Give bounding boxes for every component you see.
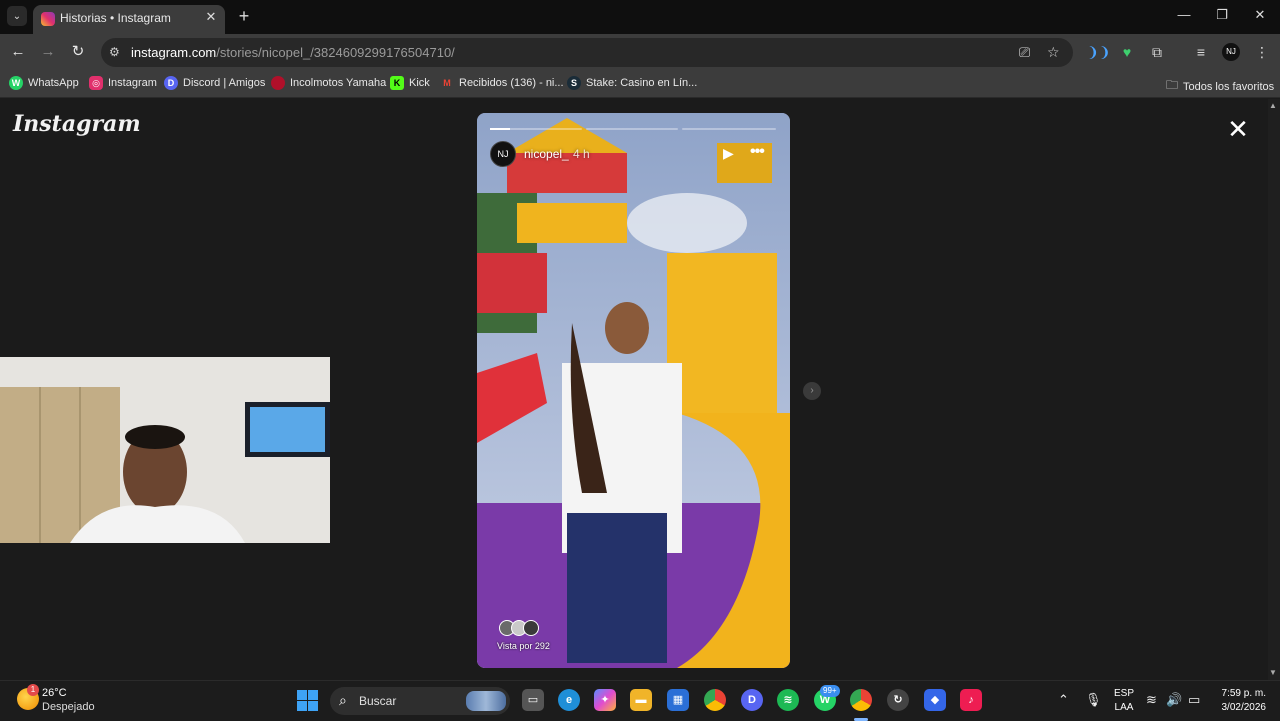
back-button[interactable]: ←	[8, 42, 28, 62]
task-view-icon[interactable]: ▭	[522, 689, 544, 711]
bookmark-yamaha[interactable]: Incolmotos Yamaha	[271, 76, 386, 90]
whatsapp-unread-badge: 99+	[820, 685, 840, 697]
bookmark-discord[interactable]: D Discord | Amigos	[164, 76, 265, 90]
weather-temperature[interactable]: 26°C	[42, 687, 67, 699]
show-hidden-icons[interactable]: ⌃	[1058, 692, 1069, 708]
roblox-icon[interactable]: ◆	[924, 689, 946, 711]
browser-toolbar: ← → ↻ ⚙ instagram.com/stories/nicopel_/3…	[0, 34, 1280, 70]
taskbar-search[interactable]: ⌕ Buscar	[330, 687, 510, 715]
search-icon: ⌕	[339, 692, 347, 708]
story-progress-fill	[490, 128, 511, 130]
story-timestamp: 4 h	[573, 147, 590, 161]
story-user-avatar[interactable]: NJ	[490, 141, 516, 167]
wifi-icon[interactable]: ≋	[1146, 692, 1157, 708]
viewer-avatar	[523, 620, 539, 636]
close-story-icon[interactable]: ✕	[1226, 116, 1250, 142]
volume-icon[interactable]: 🔊	[1166, 692, 1182, 708]
windows-taskbar: 1 26°C Despejado ⌕ Buscar ▭ e ✦ ▬ ▦ D ≋ …	[0, 680, 1280, 721]
profile-avatar[interactable]: NJ	[1222, 43, 1240, 61]
story-viewer[interactable]: NJ nicopel_ 4 h ▶ ••• Vista por 292	[477, 113, 790, 668]
instagram-favicon-icon	[41, 12, 55, 26]
play-icon[interactable]: ▶	[723, 145, 734, 162]
windows-logo-tile	[297, 690, 307, 700]
file-explorer-icon[interactable]: ▬	[630, 689, 652, 711]
close-window-button[interactable]: ✕	[1250, 7, 1270, 23]
bookmark-instagram[interactable]: ◎ Instagram	[89, 76, 157, 90]
extension-green-icon[interactable]: ♥	[1118, 44, 1136, 60]
discord-taskbar-icon[interactable]: D	[741, 689, 763, 711]
extensions-puzzle-icon[interactable]: ⧉	[1148, 44, 1166, 61]
system-clock[interactable]: 7:59 p. m. 3/02/2026	[1212, 687, 1267, 715]
windows-logo-tile	[308, 701, 318, 711]
input-language[interactable]: ESP LAA	[1114, 687, 1134, 715]
weather-badge: 1	[27, 684, 39, 696]
address-bar[interactable]: ⚙ instagram.com/stories/nicopel_/3824609…	[101, 38, 1073, 67]
bookmark-star-icon[interactable]: ☆	[1047, 44, 1060, 61]
bookmark-whatsapp[interactable]: W WhatsApp	[9, 76, 79, 90]
url-text[interactable]: instagram.com/stories/nicopel_/382460929…	[131, 45, 455, 60]
forward-button[interactable]: →	[38, 42, 58, 62]
tab-title: Historias • Instagram	[60, 11, 171, 25]
instagram-icon: ◎	[89, 76, 103, 90]
discord-icon: D	[164, 76, 178, 90]
edge-icon[interactable]: e	[558, 689, 580, 711]
microsoft-store-icon[interactable]: ▦	[667, 689, 689, 711]
stake-icon: S	[567, 76, 581, 90]
chrome-profile-icon[interactable]	[850, 689, 872, 711]
windows-logo-tile	[308, 690, 318, 700]
folder-icon: 🗀	[1166, 78, 1179, 92]
webcam-overlay	[0, 357, 330, 543]
instagram-logo[interactable]: Instagram	[13, 111, 141, 137]
microphone-icon[interactable]: 🎙	[1085, 692, 1102, 708]
yamaha-icon	[271, 76, 285, 90]
active-tab[interactable]: Historias • Instagram ✕	[33, 5, 225, 34]
menu-kebab-icon[interactable]: ⋮	[1253, 44, 1271, 61]
tiktok-icon[interactable]: ♪	[960, 689, 982, 711]
minimize-button[interactable]: —	[1174, 7, 1194, 22]
tab-search-button[interactable]: ⌄	[7, 6, 27, 26]
search-highlight-image	[466, 691, 506, 711]
bookmark-kick[interactable]: K Kick	[390, 76, 430, 90]
battery-icon[interactable]: ▭	[1188, 692, 1200, 708]
weather-condition[interactable]: Despejado	[42, 701, 95, 713]
tab-close-icon[interactable]: ✕	[203, 9, 219, 25]
viewer-avatars[interactable]	[499, 620, 543, 638]
tab-bar: ⌄ Historias • Instagram ✕ + — ❐ ✕	[0, 0, 1280, 34]
next-story-button[interactable]: ›	[803, 382, 821, 400]
extension-audio-icon[interactable]: ❩❩	[1087, 44, 1110, 61]
chrome-icon[interactable]	[704, 689, 726, 711]
story-progress-segment	[682, 128, 776, 130]
kick-icon: K	[390, 76, 404, 90]
site-info-icon[interactable]: ⚙	[109, 45, 120, 59]
install-app-icon[interactable]: ⎚	[1019, 44, 1030, 61]
scroll-down-arrow-icon[interactable]: ▼	[1269, 668, 1277, 677]
all-bookmarks-folder[interactable]: 🗀 Todos los favoritos	[1166, 76, 1274, 97]
scroll-up-arrow-icon[interactable]: ▲	[1269, 101, 1277, 110]
bookmark-gmail[interactable]: M Recibidos (136) - ni...	[440, 76, 563, 90]
bookmark-stake[interactable]: S Stake: Casino en Lín...	[567, 76, 697, 90]
story-progress-segment	[490, 128, 582, 130]
story-photo	[477, 113, 790, 668]
bookmarks-bar: W WhatsApp ◎ Instagram D Discord | Amigos I…	[0, 70, 1280, 98]
new-tab-button[interactable]: +	[236, 6, 252, 26]
story-username[interactable]: nicopel_	[524, 147, 569, 161]
spotify-icon[interactable]: ≋	[777, 689, 799, 711]
whatsapp-icon: W	[9, 76, 23, 90]
windows-logo-tile	[297, 701, 307, 711]
reload-button[interactable]: ↻	[68, 42, 88, 62]
search-label: Buscar	[359, 694, 397, 708]
more-options-icon[interactable]: •••	[750, 143, 765, 161]
copilot-icon[interactable]: ✦	[594, 689, 616, 711]
app-update-icon[interactable]: ↻	[887, 689, 909, 711]
gmail-icon: M	[443, 78, 451, 88]
story-progress-segment	[586, 128, 678, 130]
start-button[interactable]	[297, 690, 318, 711]
page-scrollbar[interactable]	[1268, 99, 1280, 680]
restore-button[interactable]: ❐	[1212, 7, 1232, 23]
reading-list-icon[interactable]: ≡	[1192, 44, 1210, 60]
viewed-by-count[interactable]: Vista por 292	[497, 641, 550, 651]
webcam-feed	[0, 357, 330, 543]
